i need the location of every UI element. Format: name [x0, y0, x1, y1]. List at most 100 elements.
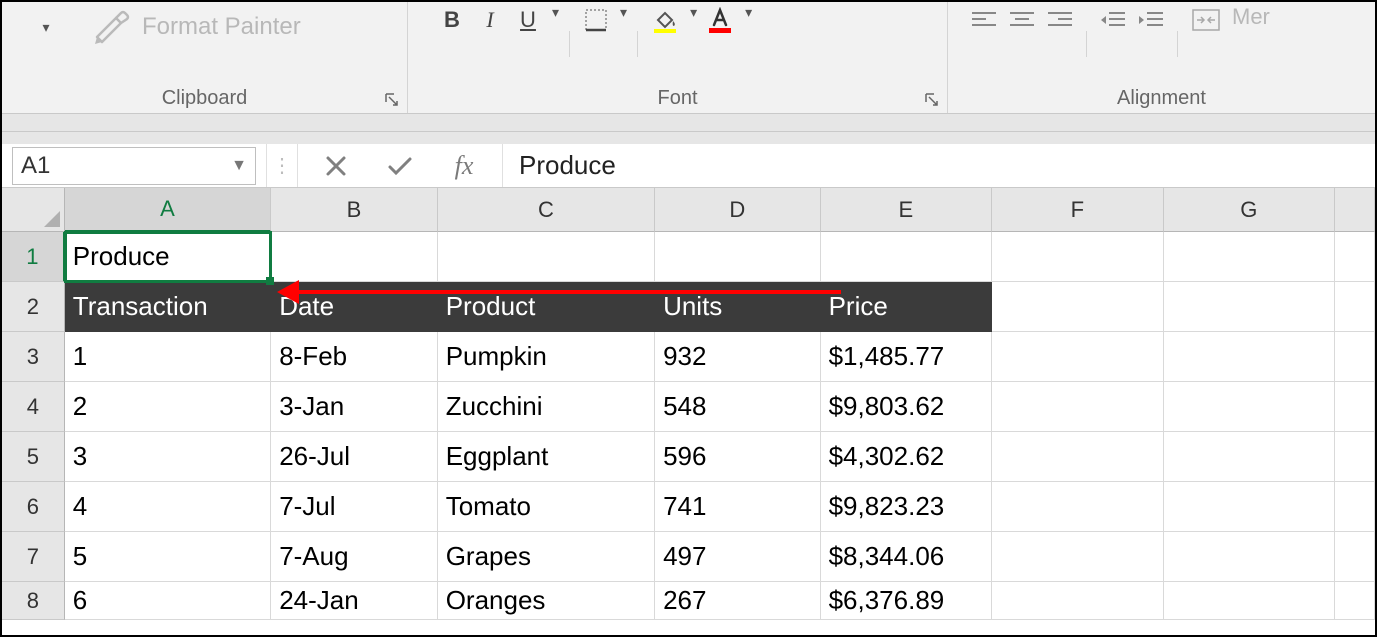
cell-F3[interactable]: [992, 332, 1164, 382]
cell-B6[interactable]: 7-Jul: [271, 482, 438, 532]
align-left-button[interactable]: [968, 4, 1000, 36]
cell-E6[interactable]: $9,823.23: [821, 482, 993, 532]
cell-E8[interactable]: $6,376.89: [821, 582, 993, 620]
cell-A7[interactable]: 5: [65, 532, 271, 582]
underline-button[interactable]: U: [512, 4, 544, 36]
align-center-button[interactable]: [1006, 4, 1038, 36]
cell-C4[interactable]: Zucchini: [438, 382, 655, 432]
cell-F2[interactable]: [992, 282, 1164, 332]
cell-B1[interactable]: [271, 232, 438, 282]
cell-G2[interactable]: [1164, 282, 1336, 332]
row-header-8[interactable]: 8: [2, 582, 65, 620]
row-header-2[interactable]: 2: [2, 282, 65, 332]
clipboard-dialog-launcher[interactable]: [383, 91, 401, 109]
cell-E7[interactable]: $8,344.06: [821, 532, 993, 582]
cell-B8[interactable]: 24-Jan: [271, 582, 438, 620]
name-box[interactable]: A1 ▼: [12, 147, 256, 185]
cell-C3[interactable]: Pumpkin: [438, 332, 655, 382]
col-header-C[interactable]: C: [438, 188, 655, 232]
cancel-edit-button[interactable]: [304, 144, 368, 187]
cell-A4[interactable]: 2: [65, 382, 271, 432]
cell-G4[interactable]: [1164, 382, 1336, 432]
cell-A5[interactable]: 3: [65, 432, 271, 482]
row-header-5[interactable]: 5: [2, 432, 65, 482]
cell-C7[interactable]: Grapes: [438, 532, 655, 582]
cell-D6[interactable]: 741: [655, 482, 821, 532]
underline-dropdown-icon[interactable]: ▾: [550, 4, 559, 21]
col-header-H[interactable]: [1335, 188, 1375, 232]
fill-color-button[interactable]: [648, 4, 682, 36]
cell-F7[interactable]: [992, 532, 1164, 582]
decrease-indent-button[interactable]: [1097, 4, 1129, 36]
cell-A3[interactable]: 1: [65, 332, 271, 382]
col-header-D[interactable]: D: [655, 188, 821, 232]
cell-F8[interactable]: [992, 582, 1164, 620]
paste-dropdown-icon[interactable]: ▾: [40, 19, 49, 36]
resize-handle-icon[interactable]: ⋮: [267, 144, 297, 187]
borders-button[interactable]: [580, 4, 612, 36]
cell-H3[interactable]: [1335, 332, 1375, 382]
formula-input[interactable]: Produce: [503, 144, 1375, 187]
cell-A1[interactable]: Produce: [65, 232, 271, 282]
cell-H4[interactable]: [1335, 382, 1375, 432]
font-color-button[interactable]: [703, 4, 737, 36]
cell-C1[interactable]: [438, 232, 655, 282]
cell-B5[interactable]: 26-Jul: [271, 432, 438, 482]
cell-B4[interactable]: 3-Jan: [271, 382, 438, 432]
row-header-3[interactable]: 3: [2, 332, 65, 382]
cell-D1[interactable]: [655, 232, 821, 282]
fill-dropdown-icon[interactable]: ▾: [688, 4, 697, 21]
col-header-A[interactable]: A: [65, 188, 271, 232]
name-box-dropdown-icon[interactable]: ▼: [231, 157, 247, 175]
cell-D8[interactable]: 267: [655, 582, 821, 620]
cell-C5[interactable]: Eggplant: [438, 432, 655, 482]
cell-E5[interactable]: $4,302.62: [821, 432, 993, 482]
cell-D5[interactable]: 596: [655, 432, 821, 482]
cell-D4[interactable]: 548: [655, 382, 821, 432]
cell-H5[interactable]: [1335, 432, 1375, 482]
cell-F1[interactable]: [992, 232, 1164, 282]
cell-F5[interactable]: [992, 432, 1164, 482]
bold-button[interactable]: B: [436, 4, 468, 36]
cell-A6[interactable]: 4: [65, 482, 271, 532]
cell-D3[interactable]: 932: [655, 332, 821, 382]
row-header-7[interactable]: 7: [2, 532, 65, 582]
cell-G3[interactable]: [1164, 332, 1336, 382]
col-header-E[interactable]: E: [821, 188, 993, 232]
cell-A8[interactable]: 6: [65, 582, 271, 620]
row-header-6[interactable]: 6: [2, 482, 65, 532]
font-dialog-launcher[interactable]: [923, 91, 941, 109]
confirm-edit-button[interactable]: [368, 144, 432, 187]
cell-F6[interactable]: [992, 482, 1164, 532]
col-header-G[interactable]: G: [1164, 188, 1336, 232]
cell-C6[interactable]: Tomato: [438, 482, 655, 532]
format-painter-button[interactable]: Format Painter: [86, 4, 307, 50]
cell-H1[interactable]: [1335, 232, 1375, 282]
cell-H8[interactable]: [1335, 582, 1375, 620]
cell-E1[interactable]: [821, 232, 993, 282]
cell-E3[interactable]: $1,485.77: [821, 332, 993, 382]
borders-dropdown-icon[interactable]: ▾: [618, 4, 627, 21]
cell-G5[interactable]: [1164, 432, 1336, 482]
col-header-B[interactable]: B: [271, 188, 438, 232]
row-header-4[interactable]: 4: [2, 382, 65, 432]
cell-E4[interactable]: $9,803.62: [821, 382, 993, 432]
increase-indent-button[interactable]: [1135, 4, 1167, 36]
cell-G7[interactable]: [1164, 532, 1336, 582]
align-right-button[interactable]: [1044, 4, 1076, 36]
cell-C8[interactable]: Oranges: [438, 582, 655, 620]
insert-function-button[interactable]: fx: [432, 144, 496, 187]
cell-F4[interactable]: [992, 382, 1164, 432]
cell-E2[interactable]: Price: [821, 282, 993, 332]
select-all-corner[interactable]: [2, 188, 65, 232]
col-header-F[interactable]: F: [992, 188, 1164, 232]
cell-A2[interactable]: Transaction: [65, 282, 271, 332]
cell-H6[interactable]: [1335, 482, 1375, 532]
cell-B7[interactable]: 7-Aug: [271, 532, 438, 582]
cell-G1[interactable]: [1164, 232, 1336, 282]
cell-G8[interactable]: [1164, 582, 1336, 620]
cell-H7[interactable]: [1335, 532, 1375, 582]
cell-B3[interactable]: 8-Feb: [271, 332, 438, 382]
cell-H2[interactable]: [1335, 282, 1375, 332]
cell-G6[interactable]: [1164, 482, 1336, 532]
